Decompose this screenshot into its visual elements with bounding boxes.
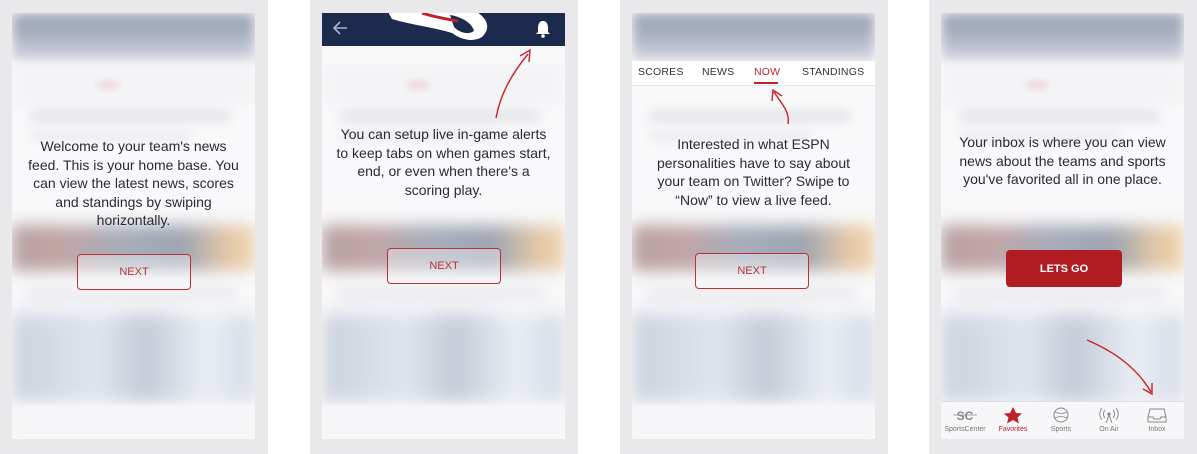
onboarding-card-2: You can setup live in-game alerts to kee…: [310, 0, 578, 454]
lets-go-button[interactable]: LETS GO: [1006, 250, 1122, 287]
tab-scores[interactable]: SCORES: [638, 66, 684, 78]
inbox-icon: [1147, 408, 1167, 423]
tab-now[interactable]: NOW: [754, 66, 780, 78]
onboarding-message: Welcome to your team's news feed. This i…: [28, 138, 239, 228]
tab-standings[interactable]: STANDINGS: [802, 66, 864, 78]
next-button[interactable]: NEXT: [77, 254, 191, 290]
nav-label: SportsCenter: [944, 426, 986, 433]
nav-sports[interactable]: Sports: [1037, 406, 1085, 433]
nav-sportscenter[interactable]: SC SportsCenter: [941, 406, 989, 433]
broadcast-icon: [1099, 407, 1119, 424]
star-icon: [1004, 407, 1022, 424]
section-tabs: SCORES NEWS NOW STANDINGS: [632, 61, 875, 86]
back-arrow-icon[interactable]: [332, 19, 350, 37]
nav-label: Favorites: [998, 426, 1028, 433]
dim-overlay: [941, 13, 1184, 439]
team-header: [322, 13, 565, 46]
active-tab-indicator: [754, 82, 778, 84]
next-button[interactable]: NEXT: [695, 253, 809, 289]
svg-text:SC: SC: [957, 409, 974, 423]
phone-screen-2: You can setup live in-game alerts to kee…: [322, 13, 565, 439]
nav-label: Inbox: [1148, 426, 1166, 433]
phone-screen-1: Welcome to your team's news feed. This i…: [12, 13, 255, 439]
onboarding-card-3: SCORES NEWS NOW STANDINGS Interested in …: [620, 0, 888, 454]
team-logo: [388, 13, 488, 40]
onboarding-message: Interested in what ESPN personalities ha…: [656, 136, 850, 208]
onboarding-message: Your inbox is where you can view news ab…: [959, 134, 1166, 187]
sports-ball-icon: [1053, 407, 1069, 423]
dim-overlay: [322, 13, 565, 439]
bell-icon[interactable]: [534, 19, 552, 39]
bottom-tab-bar: SC SportsCenter Favorites Sports On Air …: [941, 401, 1184, 439]
next-button[interactable]: NEXT: [387, 248, 501, 284]
onboarding-card-1: Welcome to your team's news feed. This i…: [0, 0, 268, 454]
nav-label: Sports: [1050, 426, 1072, 433]
nav-on-air[interactable]: On Air: [1085, 406, 1133, 433]
tab-news[interactable]: NEWS: [702, 66, 734, 78]
nav-favorites[interactable]: Favorites: [989, 406, 1037, 433]
nav-label: On Air: [1099, 426, 1119, 433]
onboarding-message: You can setup live in-game alerts to kee…: [336, 126, 551, 198]
phone-screen-3: SCORES NEWS NOW STANDINGS Interested in …: [632, 13, 875, 439]
onboarding-card-4: Your inbox is where you can view news ab…: [929, 0, 1197, 454]
sportscenter-icon: SC: [953, 409, 977, 423]
nav-inbox[interactable]: Inbox: [1133, 406, 1181, 433]
phone-screen-4: Your inbox is where you can view news ab…: [941, 13, 1184, 439]
